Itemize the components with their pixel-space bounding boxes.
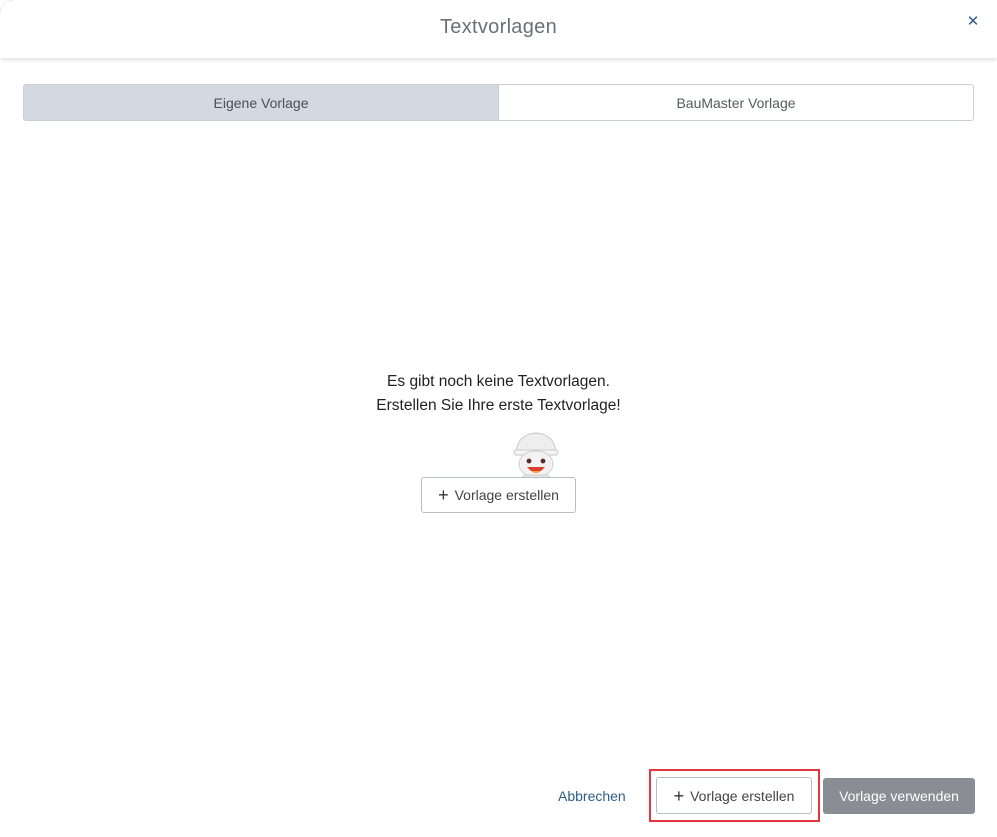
close-icon[interactable]: ✕ bbox=[964, 13, 982, 31]
dialog-header: Textvorlagen ✕ bbox=[0, 0, 997, 58]
create-template-label: Vorlage erstellen bbox=[454, 487, 559, 503]
use-template-button[interactable]: Vorlage verwenden bbox=[823, 778, 975, 814]
footer-create-label: Vorlage erstellen bbox=[690, 787, 795, 804]
template-tabs: Eigene Vorlage BauMaster Vorlage bbox=[23, 84, 974, 121]
create-template-button[interactable]: + Vorlage erstellen bbox=[421, 477, 576, 513]
text-templates-dialog: Textvorlagen ✕ Eigene Vorlage BauMaster … bbox=[0, 0, 997, 837]
plus-icon: + bbox=[438, 485, 449, 505]
tab-baumaster-vorlage[interactable]: BauMaster Vorlage bbox=[498, 85, 973, 120]
empty-state-message: Es gibt noch keine Textvorlagen. Erstell… bbox=[0, 370, 997, 418]
dialog-title: Textvorlagen bbox=[440, 16, 557, 38]
cancel-link[interactable]: Abbrechen bbox=[558, 788, 626, 804]
footer-create-template-button[interactable]: + Vorlage erstellen bbox=[656, 777, 812, 814]
tab-eigene-vorlage[interactable]: Eigene Vorlage bbox=[24, 85, 498, 120]
empty-state-line-2: Erstellen Sie Ihre erste Textvorlage! bbox=[376, 397, 621, 414]
plus-icon: + bbox=[673, 785, 685, 806]
empty-state-line-1: Es gibt noch keine Textvorlagen. bbox=[387, 373, 610, 390]
